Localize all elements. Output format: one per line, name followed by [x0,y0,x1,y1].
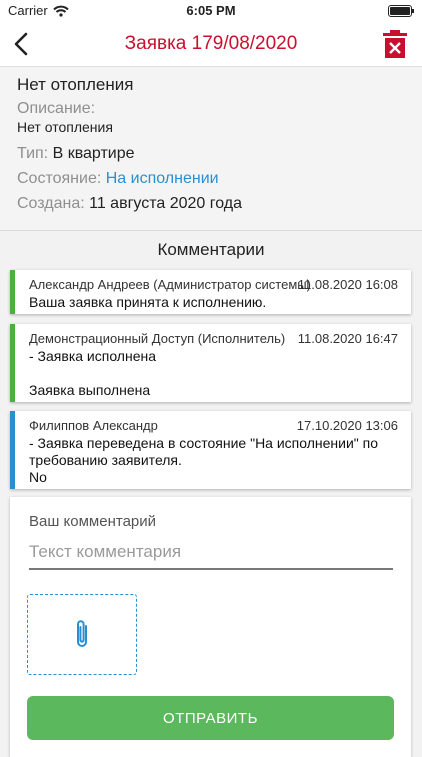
paperclip-icon [77,620,87,647]
comment-text: Ваша заявка принята к исполнению. [29,294,267,310]
page-title: Заявка 179/08/2020 [124,33,298,54]
description-value: Нет отопления [17,119,113,135]
comment-accent-bar [10,411,15,489]
comment-author: Александр Андреев (Администратор системы… [29,277,311,292]
comment-text: - Заявка исполнена Заявка выполнена [29,348,157,398]
comment-input[interactable] [29,535,393,570]
comment-accent-bar [10,270,15,314]
type-label: Тип: [17,145,49,162]
trash-icon[interactable] [380,28,410,60]
type-value: В квартире [52,145,135,162]
send-button[interactable]: ОТПРАВИТЬ [27,696,394,740]
comment-author: Демонстрационный Доступ (Исполнитель) [29,331,286,346]
comments-title: Комментарии [157,240,265,259]
nav-bar: Заявка 179/08/2020 [0,22,422,67]
comment-card: Александр Андреев (Администратор системы… [10,270,411,314]
battery-icon [388,5,414,17]
created-label: Создана: [17,195,85,212]
request-details: Нет отопления Описание: Нет отопления Ти… [0,67,422,231]
comment-date: 11.08.2020 16:08 [297,277,398,292]
comment-author: Филиппов Александр [29,418,158,433]
description-label: Описание: [17,100,96,117]
state-row: Состояние: На исполнении [17,170,219,188]
comment-field-label: Ваш комментарий [29,513,157,530]
clock: 6:05 PM [186,3,236,18]
request-title: Нет отопления [17,75,134,94]
status-bar: Carrier 6:05 PM [0,0,422,22]
type-row: Тип: В квартире [17,145,135,163]
state-value[interactable]: На исполнении [106,170,219,187]
comment-text: - Заявка переведена в состояние "На испо… [29,435,379,485]
created-value: 11 августа 2020 года [89,195,243,212]
attach-file-button[interactable] [27,594,137,675]
comment-card: Филиппов Александр 17.10.2020 13:06 - За… [10,411,411,489]
comment-date: 11.08.2020 16:47 [297,331,398,346]
comment-accent-bar [10,324,15,402]
comment-card: Демонстрационный Доступ (Исполнитель) 11… [10,324,411,402]
comment-date: 17.10.2020 13:06 [296,418,398,433]
comment-form: Ваш комментарий ОТПРАВИТЬ [10,497,411,757]
state-label: Состояние: [17,170,102,187]
created-row: Создана: 11 августа 2020 года [17,195,242,213]
